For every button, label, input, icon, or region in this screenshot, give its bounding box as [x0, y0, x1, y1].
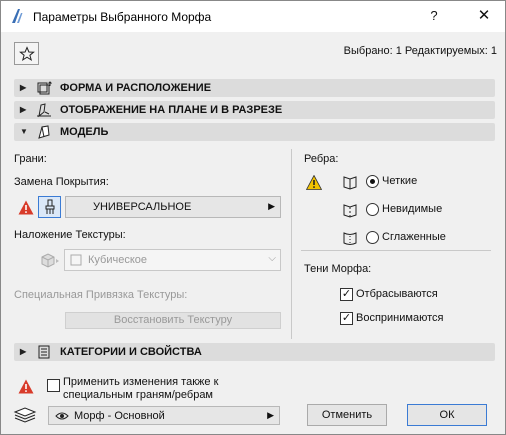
column-divider	[291, 149, 292, 339]
selection-info: Выбрано: 1 Редактируемых: 1	[343, 45, 497, 57]
morph-settings-dialog: Параметры Выбранного Морфа ? ✕ Выбрано: …	[0, 0, 506, 435]
red-warning-icon	[18, 379, 34, 394]
panel-label: КАТЕГОРИИ И СВОЙСТВА	[60, 346, 202, 358]
favorites-button[interactable]	[14, 42, 39, 65]
receive-shadows-label: Воспринимаются	[356, 312, 444, 324]
apply-special-checkbox[interactable]	[47, 379, 60, 392]
edges-hidden-label: Невидимые	[382, 203, 443, 215]
floor-plan-section-icon	[37, 103, 51, 118]
right-column-divider	[301, 250, 491, 251]
receive-shadows-checkbox[interactable]: ✓	[340, 312, 353, 325]
texture-mapping-select[interactable]: Кубическое ⌵	[64, 249, 281, 271]
close-button[interactable]: ✕	[471, 5, 497, 27]
popup-arrow-icon: ▶	[267, 410, 274, 420]
panel-model[interactable]: ▼ МОДЕЛЬ	[14, 123, 495, 141]
edges-smooth-label: Сглаженные	[382, 231, 446, 243]
help-button[interactable]: ?	[421, 5, 447, 27]
paint-brush-icon	[45, 199, 54, 214]
chevron-down-icon: ⌵	[268, 253, 276, 264]
shape-position-icon	[37, 81, 52, 95]
surface-value: УНИВЕРСАЛЬНОЕ	[93, 201, 192, 213]
special-texture-label: Специальная Привязка Текстуры:	[14, 289, 188, 301]
popup-arrow-icon: ▶	[268, 201, 275, 211]
faces-label: Грани:	[14, 153, 47, 165]
hidden-edges-icon	[343, 204, 357, 218]
panel-categories-and-properties[interactable]: ▶ КАТЕГОРИИ И СВОЙСТВА	[14, 343, 495, 361]
expanded-triangle-icon: ▼	[20, 127, 28, 136]
apply-special-label-line1: Применить изменения также к	[63, 376, 219, 388]
layer-popup[interactable]: Морф - Основной ▶	[48, 406, 280, 425]
model-icon	[38, 125, 50, 139]
panel-shape-and-position[interactable]: ▶ ФОРМА И РАСПОЛОЖЕНИЕ	[14, 79, 495, 97]
morph-shadows-label: Тени Морфа:	[304, 263, 372, 275]
edges-label: Ребра:	[304, 153, 339, 165]
collapsed-triangle-icon: ▶	[20, 105, 27, 114]
edges-sharp-radio[interactable]	[366, 175, 379, 188]
window-title: Параметры Выбранного Морфа	[33, 10, 212, 24]
sharp-edges-icon	[343, 176, 357, 190]
layer-value: Морф - Основной	[74, 410, 165, 422]
archicad-app-icon	[12, 9, 23, 23]
collapsed-triangle-icon: ▶	[20, 83, 27, 92]
panel-floor-plan-and-section[interactable]: ▶ ОТОБРАЖЕНИЕ НА ПЛАНЕ И В РАЗРЕЗЕ	[14, 101, 495, 119]
surface-popup[interactable]: УНИВЕРСАЛЬНОЕ ▶	[65, 196, 281, 218]
restore-texture-button[interactable]: Восстановить Текстуру	[65, 312, 281, 329]
surface-override-label: Замена Покрытия:	[14, 176, 109, 188]
star-icon	[18, 45, 35, 61]
cast-shadows-label: Отбрасываются	[356, 288, 438, 300]
texture-mapping-value: Кубическое	[88, 254, 147, 266]
eye-icon	[55, 412, 69, 420]
layers-icon	[13, 407, 37, 423]
cancel-button[interactable]: Отменить	[307, 404, 387, 426]
edges-sharp-label: Четкие	[382, 175, 418, 187]
yellow-warning-icon	[306, 175, 322, 190]
panel-label: ФОРМА И РАСПОЛОЖЕНИЕ	[60, 82, 212, 94]
panel-label: ОТОБРАЖЕНИЕ НА ПЛАНЕ И В РАЗРЕЗЕ	[60, 104, 283, 116]
cube-icon	[70, 254, 82, 266]
texture-mapping-label: Наложение Текстуры:	[14, 229, 126, 241]
apply-special-label-line2: специальным граням/ребрам	[63, 389, 213, 401]
collapsed-triangle-icon: ▶	[20, 347, 27, 356]
edges-smooth-radio[interactable]	[366, 231, 379, 244]
surface-brush-button[interactable]	[38, 196, 61, 218]
texture-cube-icon	[41, 253, 59, 268]
title-bar: Параметры Выбранного Морфа ? ✕	[1, 1, 505, 32]
cast-shadows-checkbox[interactable]: ✓	[340, 288, 353, 301]
red-warning-icon	[18, 200, 34, 215]
categories-list-icon	[38, 345, 50, 359]
edges-hidden-radio[interactable]	[366, 203, 379, 216]
panel-label: МОДЕЛЬ	[60, 126, 109, 138]
ok-button[interactable]: ОК	[407, 404, 487, 426]
smooth-edges-icon	[343, 232, 357, 245]
